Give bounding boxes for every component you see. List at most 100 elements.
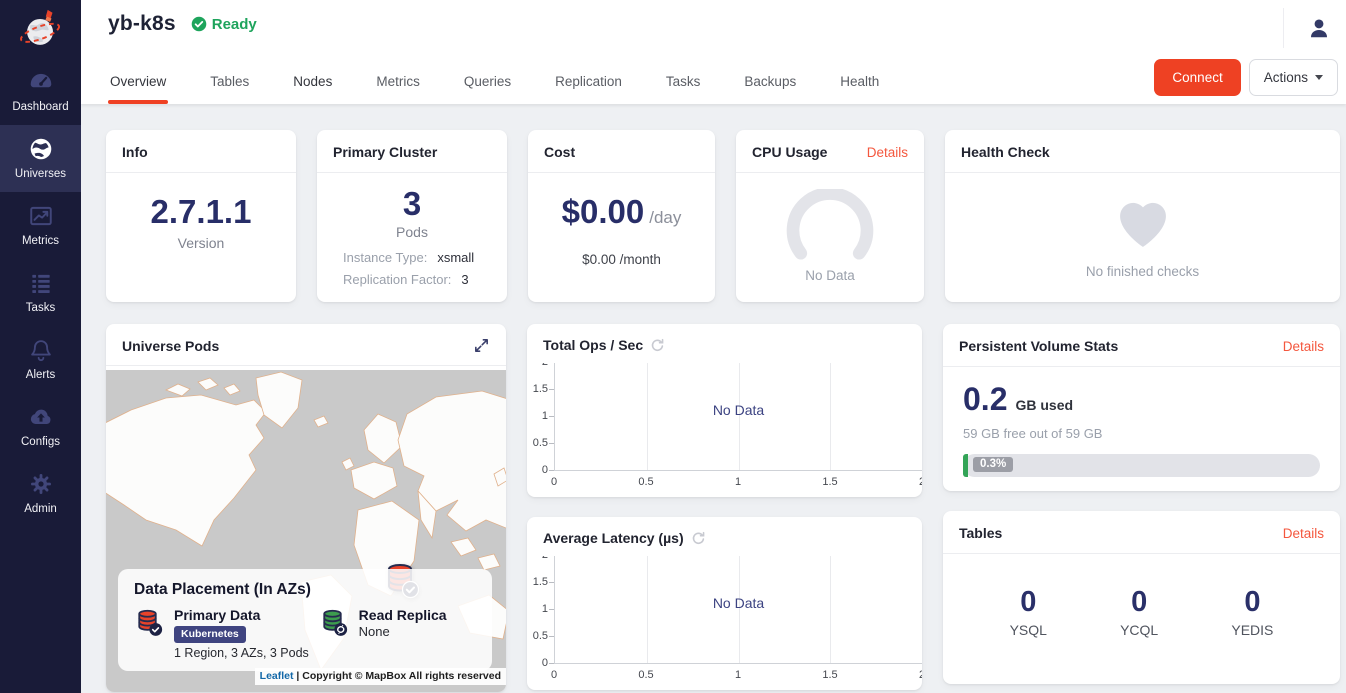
yedis-label: YEDIS <box>1231 622 1273 638</box>
volume-used-label: GB used <box>1015 397 1073 413</box>
primary-data-item: Primary Data Kubernetes 1 Region, 3 AZs,… <box>134 607 319 660</box>
sidebar-item-dashboard[interactable]: Dashboard <box>0 58 81 125</box>
universe-title: yb-k8s <box>108 12 176 36</box>
volume-details-link[interactable]: Details <box>1283 339 1324 354</box>
check-circle-icon <box>191 16 207 32</box>
refresh-icon[interactable] <box>691 531 706 546</box>
universe-pods-card: Universe Pods <box>106 324 506 692</box>
sidebar-item-admin[interactable]: Admin <box>0 460 81 527</box>
ycql-label: YCQL <box>1120 622 1158 638</box>
tab-overview[interactable]: Overview <box>108 66 168 104</box>
topbar: yb-k8s Ready Overview Tables Nodes Metri… <box>81 0 1346 104</box>
connect-button[interactable]: Connect <box>1154 59 1240 96</box>
primary-cluster-card: Primary Cluster 3 Pods Instance Type: xs… <box>317 130 507 302</box>
tab-backups[interactable]: Backups <box>742 66 798 104</box>
cost-card: Cost $0.00/day $0.00 /month <box>528 130 715 302</box>
ysql-count-block: 0 YSQL <box>1010 586 1047 638</box>
cpu-usage-title: CPU Usage <box>752 144 827 160</box>
yugabyte-logo[interactable] <box>0 0 81 58</box>
tables-details-link[interactable]: Details <box>1283 526 1324 541</box>
tab-nodes[interactable]: Nodes <box>291 66 334 104</box>
primary-database-icon <box>134 607 164 637</box>
configs-cloud-icon <box>28 404 54 430</box>
tasks-list-icon <box>28 270 54 296</box>
no-data-message: No Data <box>713 595 764 611</box>
volume-usage-bar: 0.3% <box>963 454 1320 477</box>
dashboard-gauge-icon <box>28 69 54 95</box>
data-placement-title: Data Placement (In AZs) <box>134 581 476 599</box>
cpu-empty-message: No Data <box>746 268 914 283</box>
read-replica-value: None <box>359 624 447 639</box>
cost-day-unit: /day <box>649 208 681 227</box>
total-ops-title: Total Ops / Sec <box>543 337 665 353</box>
sidebar-item-alerts[interactable]: Alerts <box>0 326 81 393</box>
tables-card: Tables Details 0 YSQL 0 YCQL 0 <box>943 511 1340 684</box>
actions-button[interactable]: Actions <box>1249 59 1338 96</box>
version-value: 2.7.1.1 <box>116 195 286 230</box>
chevron-down-icon <box>1315 75 1323 80</box>
total-ops-chart: 2 1.5 1 0.5 0 No Data 0 0.5 <box>527 363 922 493</box>
provider-badge: Kubernetes <box>174 626 246 643</box>
average-latency-chart: 2 1.5 1 0.5 0 No Data 0 0.5 <box>527 556 922 686</box>
replica-database-icon <box>319 607 349 637</box>
sidebar-item-metrics[interactable]: Metrics <box>0 192 81 259</box>
data-placement-panel: Data Placement (In AZs) <box>118 569 492 671</box>
ysql-count: 0 <box>1010 586 1047 619</box>
cost-card-title: Cost <box>544 144 575 160</box>
actions-label: Actions <box>1264 70 1308 85</box>
tab-tasks[interactable]: Tasks <box>664 66 703 104</box>
world-map[interactable]: Data Placement (In AZs) <box>106 370 506 692</box>
alerts-bell-icon <box>28 337 54 363</box>
sidebar-item-tasks[interactable]: Tasks <box>0 259 81 326</box>
health-empty-message: No finished checks <box>955 264 1330 279</box>
cost-month-value: $0.00 /month <box>538 252 705 267</box>
sidebar-item-label: Dashboard <box>12 101 68 113</box>
replication-factor-label: Replication Factor: <box>343 272 451 287</box>
ycql-count-block: 0 YCQL <box>1120 586 1158 638</box>
tab-queries[interactable]: Queries <box>462 66 513 104</box>
instance-type-label: Instance Type: <box>343 250 427 265</box>
sidebar-item-label: Universes <box>15 168 66 180</box>
status-text: Ready <box>212 16 257 33</box>
health-check-card: Health Check No finished checks <box>945 130 1340 302</box>
tab-tables[interactable]: Tables <box>208 66 251 104</box>
yedis-count-block: 0 YEDIS <box>1231 586 1273 638</box>
volume-usage-percent: 0.3% <box>973 457 1013 472</box>
sidebar-item-label: Configs <box>21 436 60 448</box>
pods-count: 3 <box>327 187 497 222</box>
volume-free-text: 59 GB free out of 59 GB <box>963 426 1320 441</box>
sidebar-item-label: Tasks <box>26 302 55 314</box>
sidebar-item-label: Metrics <box>22 235 59 247</box>
volume-usage-fill <box>963 454 968 477</box>
pods-label: Pods <box>327 224 497 240</box>
primary-data-label: Primary Data <box>174 607 309 623</box>
overview-content: Info 2.7.1.1 Version Primary Cluster 3 P… <box>81 104 1346 693</box>
volume-used-value: 0.2 <box>963 383 1007 417</box>
tab-metrics[interactable]: Metrics <box>374 66 422 104</box>
leaflet-link[interactable]: Leaflet <box>260 670 294 682</box>
tab-health[interactable]: Health <box>838 66 881 104</box>
expand-icon[interactable] <box>473 337 490 354</box>
refresh-icon[interactable] <box>650 338 665 353</box>
average-latency-card: Average Latency (µs) 2 1.5 1 0.5 0 <box>527 517 922 690</box>
primary-data-summary: 1 Region, 3 AZs, 3 Pods <box>174 646 309 660</box>
tables-title: Tables <box>959 525 1002 541</box>
user-menu[interactable] <box>1283 8 1332 48</box>
sidebar-item-universes[interactable]: Universes <box>0 125 81 192</box>
cost-day-value: $0.00 <box>562 193 645 230</box>
replication-factor-value: 3 <box>461 272 468 287</box>
cpu-details-link[interactable]: Details <box>867 145 908 160</box>
main-area: yb-k8s Ready Overview Tables Nodes Metri… <box>81 0 1346 693</box>
metrics-chart-icon <box>28 203 54 229</box>
average-latency-title: Average Latency (µs) <box>543 530 706 546</box>
status-badge: Ready <box>191 16 257 33</box>
sidebar-item-label: Admin <box>24 503 57 515</box>
ysql-label: YSQL <box>1010 622 1047 638</box>
read-replica-item: Read Replica None <box>319 607 447 660</box>
universes-globe-icon <box>28 136 54 162</box>
admin-gear-icon <box>28 471 54 497</box>
tab-replication[interactable]: Replication <box>553 66 624 104</box>
heart-icon <box>1110 191 1176 251</box>
version-label: Version <box>116 235 286 251</box>
sidebar-item-configs[interactable]: Configs <box>0 393 81 460</box>
